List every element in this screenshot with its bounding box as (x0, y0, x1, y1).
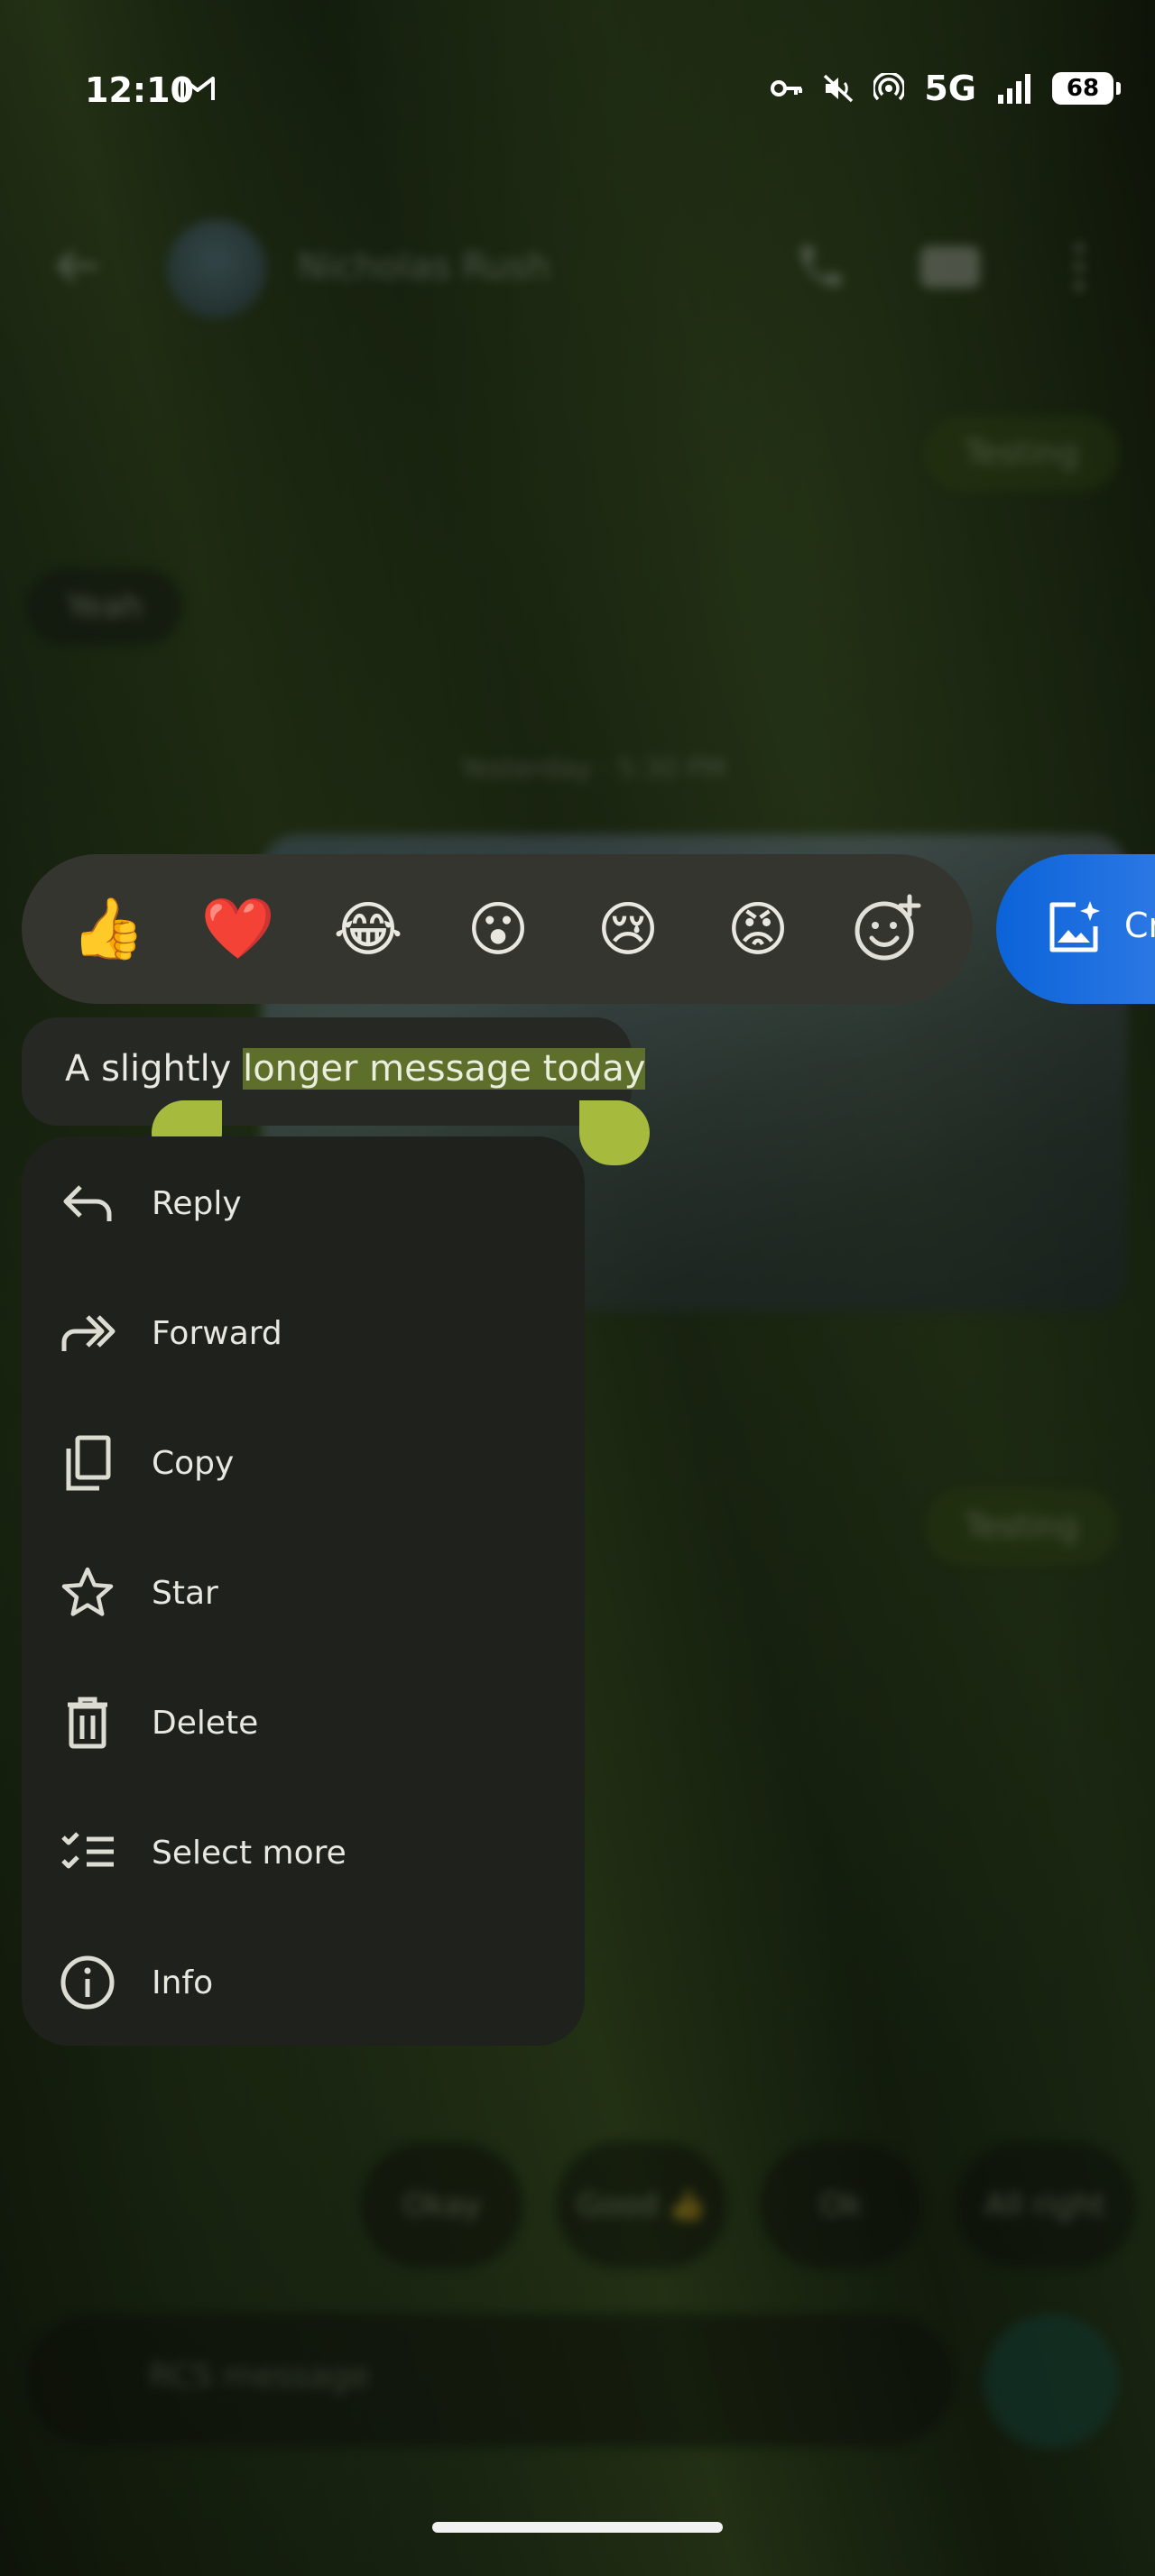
reaction-tears-of-joy[interactable]: 😂 (321, 882, 415, 976)
reaction-angry[interactable]: 😡 (711, 882, 805, 976)
menu-item-label: Star (152, 1574, 218, 1612)
reaction-heart[interactable]: ❤️ (191, 882, 285, 976)
forward-icon (58, 1303, 117, 1363)
menu-item-forward[interactable]: Forward (22, 1268, 585, 1398)
reaction-thumbs-up[interactable]: 👍 (61, 882, 155, 976)
menu-item-label: Select more (152, 1834, 346, 1872)
menu-item-label: Copy (152, 1444, 235, 1482)
menu-item-label: Info (152, 1964, 214, 2001)
network-type: 5G (924, 69, 976, 108)
info-icon (58, 1953, 117, 2012)
reply-icon (58, 1173, 117, 1233)
battery-icon: 68 (1052, 72, 1121, 105)
selection-end-handle[interactable] (579, 1100, 650, 1165)
menu-item-info[interactable]: Info (22, 1918, 585, 2047)
home-indicator[interactable] (432, 2522, 723, 2533)
menu-item-reply[interactable]: Reply (22, 1138, 585, 1268)
message-text[interactable]: A slightly longer message today (65, 1048, 646, 1090)
message-context-menu: Reply Forward Copy Star Delete Select mo… (22, 1136, 585, 2046)
menu-item-copy[interactable]: Copy (22, 1398, 585, 1528)
gmail-icon (180, 77, 215, 100)
reaction-crying[interactable]: 😢 (581, 882, 675, 976)
selected-message-bubble[interactable]: A slightly longer message today (22, 1017, 646, 1126)
mute-icon (824, 74, 854, 103)
create-button-label: Cr (1124, 906, 1155, 945)
menu-item-star[interactable]: Star (22, 1528, 585, 1658)
menu-item-delete[interactable]: Delete (22, 1658, 585, 1788)
hotspot-icon (873, 73, 905, 101)
create-image-button[interactable]: Cr (996, 854, 1155, 1004)
image-sparkle-icon (1049, 901, 1100, 952)
unselected-text: A slightly (65, 1048, 244, 1090)
star-icon (58, 1563, 117, 1623)
vpn-key-icon (771, 80, 803, 97)
reaction-bar: 👍 ❤️ 😂 😮 😢 😡 (22, 854, 973, 1004)
reaction-surprised[interactable]: 😮 (451, 882, 545, 976)
menu-item-label: Delete (152, 1704, 259, 1742)
checklist-icon (58, 1823, 117, 1882)
status-time: 12:10 (85, 70, 194, 110)
copy-icon (58, 1433, 117, 1493)
add-reaction-icon[interactable] (841, 882, 935, 976)
signal-icon (998, 74, 1030, 104)
trash-icon (58, 1693, 117, 1753)
status-bar: 12:10 5G 68 (0, 0, 1155, 185)
selected-text[interactable]: longer message today (243, 1048, 646, 1090)
menu-item-select-more[interactable]: Select more (22, 1788, 585, 1918)
menu-item-label: Reply (152, 1184, 242, 1222)
menu-item-label: Forward (152, 1314, 282, 1352)
